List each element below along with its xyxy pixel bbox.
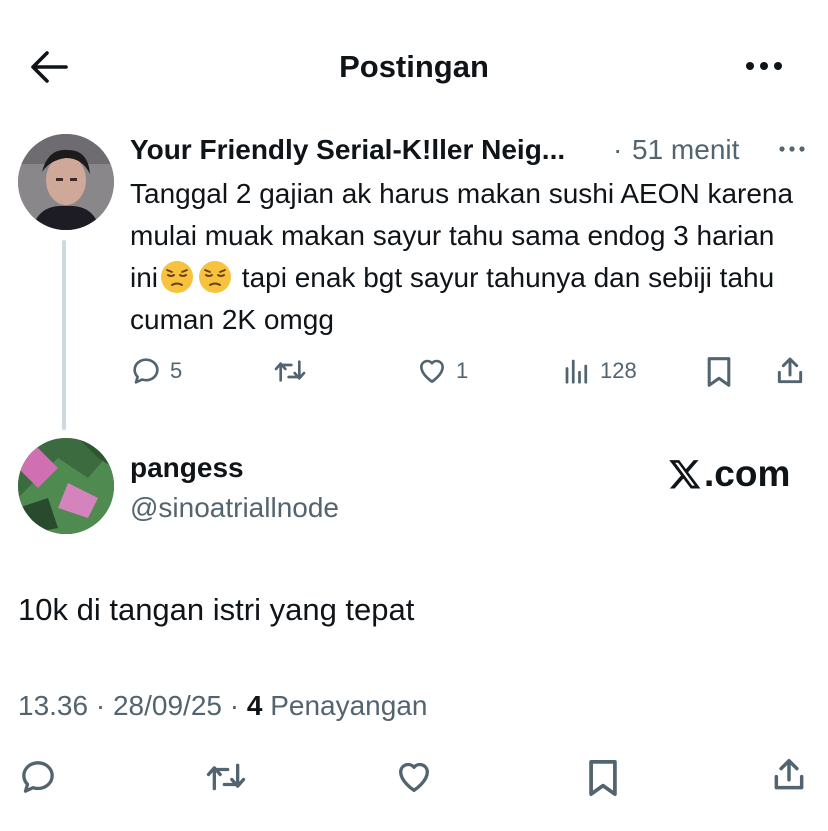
share-button[interactable] xyxy=(770,754,808,796)
pensive-face-emoji xyxy=(160,260,194,294)
like-count: 1 xyxy=(456,358,469,383)
reply-bubble-icon xyxy=(133,358,159,384)
thread-connector-line xyxy=(62,240,66,430)
bookmark-icon xyxy=(589,759,617,797)
main-post-text: 10k di tangan istri yang tepat xyxy=(18,592,415,627)
like-button[interactable]: 1 xyxy=(416,355,468,387)
heart-icon xyxy=(420,359,444,383)
display-name[interactable]: pangess xyxy=(130,450,244,486)
post-metadata: 13.36 · 28/09/25 · 4 Penayangan xyxy=(18,688,427,724)
post-more-button[interactable] xyxy=(778,140,806,158)
post-time[interactable]: 13.36 xyxy=(18,690,88,721)
repost-icon xyxy=(206,763,246,791)
reply-button[interactable]: 5 xyxy=(130,355,182,387)
repost-icon xyxy=(274,360,306,382)
post-time[interactable]: 51 menit xyxy=(632,132,739,168)
more-horizontal-icon xyxy=(746,62,782,70)
x-logo-icon xyxy=(669,460,701,489)
separator-dot: · xyxy=(613,134,623,165)
avatar-pixel-art-image xyxy=(18,438,114,534)
bookmark-button[interactable] xyxy=(705,355,733,389)
more-horizontal-icon xyxy=(779,146,805,152)
repost-button[interactable] xyxy=(203,757,249,797)
avatar-photo-image xyxy=(18,134,114,230)
reply-count: 5 xyxy=(170,358,183,383)
avatar-main-author[interactable] xyxy=(18,438,114,534)
share-upload-icon xyxy=(774,759,804,790)
post-text: Tanggal 2 gajian ak harus makan sushi AE… xyxy=(130,173,810,341)
user-handle[interactable]: @sinoatriallnode xyxy=(130,490,339,526)
repost-button[interactable] xyxy=(272,355,316,387)
page-title: Postingan xyxy=(339,49,489,84)
bookmark-button[interactable] xyxy=(586,757,620,799)
share-upload-icon xyxy=(777,357,803,384)
avatar-quoted-author[interactable] xyxy=(18,134,114,230)
reply-bubble-icon xyxy=(22,761,54,793)
views-button[interactable]: 128 xyxy=(562,355,637,387)
pensive-face-emoji xyxy=(198,260,232,294)
analytics-bars-icon xyxy=(565,359,588,384)
watermark-text: .com xyxy=(704,453,791,494)
separator-dot: · xyxy=(229,690,240,721)
reply-button[interactable] xyxy=(18,757,58,797)
views-count: 4 xyxy=(246,690,263,721)
views-label: Penayangan xyxy=(270,690,428,721)
separator-dot: · xyxy=(95,690,106,721)
bookmark-icon xyxy=(707,357,731,387)
x-com-watermark: .com xyxy=(668,452,790,496)
more-options-button[interactable] xyxy=(742,56,786,76)
author-name[interactable]: Your Friendly Serial-K!ller Neig... xyxy=(130,132,565,168)
views-count: 128 xyxy=(600,358,637,383)
heart-icon xyxy=(399,762,429,792)
share-button[interactable] xyxy=(774,354,806,388)
like-button[interactable] xyxy=(394,757,434,797)
post-date[interactable]: 28/09/25 xyxy=(113,690,222,721)
